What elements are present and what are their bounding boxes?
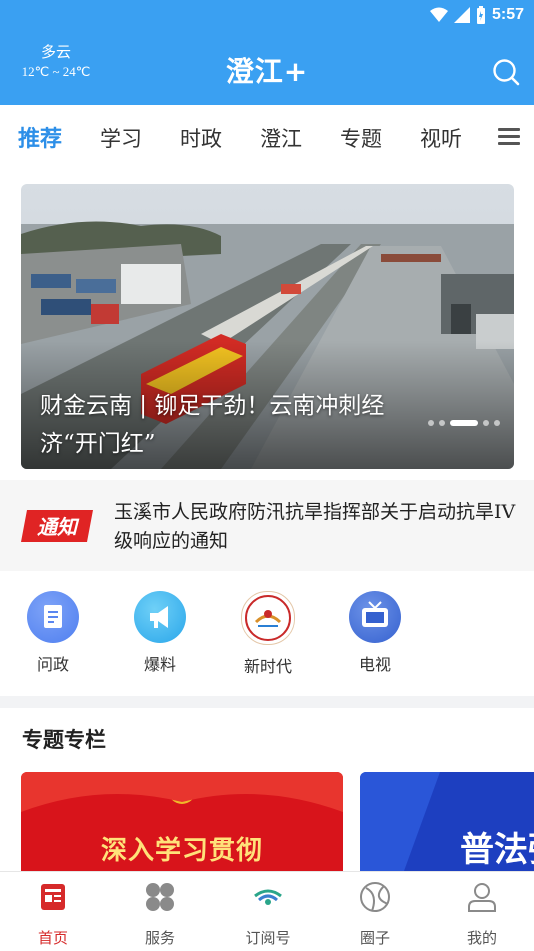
tab-topics[interactable]: 专题: [340, 123, 382, 153]
quick-link-label: 问政: [36, 655, 69, 674]
nav-label: 订阅号: [245, 929, 291, 947]
quick-link-xinshidai[interactable]: 新时代: [228, 591, 308, 677]
banner-caption: 财金云南 | 铆足干劲！云南冲刺经济“开门红”: [40, 393, 385, 457]
special-card[interactable]: 普法强: [360, 772, 534, 871]
nav-service[interactable]: 服务: [120, 880, 200, 948]
search-icon[interactable]: [492, 58, 520, 86]
quick-link-tv[interactable]: 电视: [335, 591, 415, 675]
special-card-text: 深入学习贯彻: [100, 836, 263, 866]
wifi-icon: [429, 7, 448, 22]
nav-label: 我的: [466, 929, 497, 947]
tab-chengjiang[interactable]: 澄江: [260, 123, 302, 153]
tv-icon: [349, 591, 401, 643]
tab-study[interactable]: 学习: [100, 123, 142, 153]
carousel-indicator: [428, 420, 500, 426]
bottom-navigation: 首页 服务 订阅号 圈子 我的: [0, 871, 534, 951]
quick-link-label: 电视: [358, 655, 391, 674]
circle-icon: [360, 882, 390, 912]
nav-label: 服务: [144, 929, 175, 947]
notice-headline: 玉溪市人民政府防汛抗旱指挥部关于启动抗旱IV级响应的通知: [114, 501, 516, 552]
nav-home[interactable]: 首页: [13, 880, 93, 948]
quick-links: 问政 爆料 新时代 电视: [0, 571, 534, 696]
news-carousel[interactable]: 财金云南 | 铆足干劲！云南冲刺经济“开门红”: [21, 184, 514, 469]
subscribe-icon: [254, 889, 282, 905]
nav-circle[interactable]: 圈子: [335, 880, 415, 948]
app-title: 澄江+: [225, 55, 309, 88]
carousel-dot-active[interactable]: [450, 420, 478, 426]
status-bar: 5:57: [429, 4, 524, 26]
emblem-icon: [241, 591, 295, 645]
battery-icon: [476, 6, 485, 24]
quick-link-wenzheng[interactable]: 问政: [13, 591, 93, 675]
nav-subscribe[interactable]: 订阅号: [228, 880, 308, 948]
quick-link-label: 爆料: [143, 655, 176, 674]
special-columns: 专题专栏 深入学习贯彻 普法强: [0, 708, 534, 871]
nav-label: 圈子: [359, 929, 390, 947]
notice-badge: 通知: [21, 510, 93, 542]
special-card[interactable]: 深入学习贯彻: [21, 772, 343, 871]
tab-video[interactable]: 视听: [420, 123, 462, 153]
carousel-dot[interactable]: [483, 420, 489, 426]
status-time: 5:57: [491, 6, 524, 23]
user-icon: [468, 883, 496, 912]
notice-bar[interactable]: 通知 玉溪市人民政府防汛抗旱指挥部关于启动抗旱IV级响应的通知: [0, 480, 534, 571]
tab-recommend[interactable]: 推荐: [18, 121, 62, 153]
quick-link-label: 新时代: [243, 657, 292, 676]
document-icon: [27, 591, 79, 643]
megaphone-icon: [134, 591, 186, 643]
carousel-dot[interactable]: [439, 420, 445, 426]
top-header: 5:57 多云 12℃ ~ 24℃ 澄江+: [0, 0, 534, 105]
channel-menu-icon[interactable]: [498, 128, 520, 146]
carousel-dot[interactable]: [494, 420, 500, 426]
grid-icon: [146, 883, 174, 911]
nav-label: 首页: [37, 929, 68, 947]
home-news-icon: [41, 884, 65, 910]
tab-politics[interactable]: 时政: [180, 123, 222, 153]
carousel-dot[interactable]: [428, 420, 434, 426]
section-title: 专题专栏: [22, 728, 106, 752]
notice-badge-label: 通知: [37, 515, 80, 539]
special-card-text: 普法强: [460, 830, 534, 870]
signal-icon: [453, 7, 470, 23]
channel-tabs: 推荐 学习 时政 澄江 专题 视听: [0, 105, 534, 171]
quick-link-baoliao[interactable]: 爆料: [120, 591, 200, 675]
nav-profile[interactable]: 我的: [442, 880, 522, 948]
